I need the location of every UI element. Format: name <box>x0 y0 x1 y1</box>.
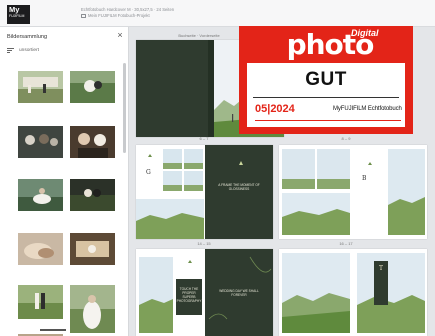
sidebar-title: Bildersammlung <box>7 34 48 40</box>
sort-icon <box>7 48 14 53</box>
page-14-text: TOUCH THE PROPER SUPERB PHOTOGRAPHY <box>176 287 202 303</box>
badge-digital-label: Digital <box>351 28 379 38</box>
photo-thumbnail[interactable] <box>18 126 63 158</box>
myfujifilm-logo[interactable]: My FUJIFILM <box>7 5 30 24</box>
page-8[interactable] <box>279 145 353 239</box>
sidebar-scroll-hint <box>40 329 66 331</box>
page-6[interactable]: G <box>136 145 204 239</box>
sort-label: unsortiert <box>19 48 39 53</box>
page-7-text: A FRAME THE MOMENT OF GLOSSINESS <box>218 183 260 191</box>
photo-thumbnail[interactable] <box>18 233 63 265</box>
photo-thumbnail[interactable] <box>70 179 115 211</box>
spread-14-15[interactable]: TOUCH THE PROPER SUPERB PHOTOGRAPHY WEDD… <box>136 249 273 336</box>
page-9[interactable]: B <box>354 145 427 239</box>
badge-issue: 05|2024 <box>255 103 295 115</box>
page-9-letter: B <box>362 175 367 182</box>
spread-8-9-label: 8 – 9 <box>341 136 351 141</box>
photo-thumbnail[interactable] <box>18 285 63 319</box>
sidebar-scrollbar[interactable] <box>123 63 126 153</box>
badge-product: MyFUJIFILM Echtfotobuch <box>333 106 402 112</box>
logo-bottom-text: FUJIFILM <box>9 14 25 18</box>
page-14[interactable]: TOUCH THE PROPER SUPERB PHOTOGRAPHY <box>136 249 204 336</box>
photo-thumbnail[interactable] <box>70 233 115 265</box>
spread-16-17-label: 16 – 17 <box>339 241 353 246</box>
top-bar: My FUJIFILM Echtfotobuch Hardcover M · 3… <box>0 0 435 27</box>
logo-top-text: My <box>9 5 20 14</box>
photo-thumbnail[interactable] <box>18 71 63 103</box>
photo-thumbnail[interactable] <box>70 71 115 103</box>
magazine-rating-badge: photo Digital GUT 05|2024 MyFUJIFILM Ech… <box>239 26 413 134</box>
page-17[interactable]: T <box>354 249 427 336</box>
spread-6-7[interactable]: G A FRAME THE MOMENT OF GLOSSINESS <box>136 145 273 239</box>
project-name[interactable]: Mein FUJIFILM Fotobuch-Projekt <box>88 13 150 19</box>
sort-dropdown[interactable]: unsortiert <box>7 48 39 53</box>
photo-thumbnail[interactable] <box>70 285 115 333</box>
page-15-text: WEDDING DAY WE SHALL FOREVER <box>219 289 259 297</box>
photo-thumbnail[interactable] <box>70 126 115 158</box>
page-16[interactable] <box>279 249 353 336</box>
cover-spread-label: Buchseite · Vorderseite <box>178 33 220 38</box>
document-info: Echtfotobuch Hardcover M · 30,5x27,5 · 2… <box>81 7 174 19</box>
cover-back-page[interactable] <box>136 40 208 137</box>
spread-6-7-label: 6 – 7 <box>199 136 209 141</box>
page-17-letter: T <box>378 265 383 272</box>
spread-14-15-label: 14 – 15 <box>197 241 211 246</box>
close-icon[interactable]: × <box>115 30 125 40</box>
badge-underline <box>255 120 401 121</box>
page-7[interactable]: A FRAME THE MOMENT OF GLOSSINESS <box>205 145 273 239</box>
badge-verdict: GUT <box>305 69 347 90</box>
badge-rating-panel: GUT 05|2024 MyFUJIFILM Echtfotobuch <box>247 63 405 127</box>
page-6-letter: G <box>146 169 151 176</box>
image-collection-sidebar: Bildersammlung × unsortiert <box>0 27 129 336</box>
page-15[interactable]: WEDDING DAY WE SHALL FOREVER <box>205 249 273 336</box>
photo-thumbnail[interactable] <box>18 179 63 211</box>
spread-16-17[interactable]: T <box>279 249 427 336</box>
folder-icon <box>81 14 86 18</box>
spread-8-9[interactable]: B <box>279 145 427 239</box>
badge-divider <box>253 97 399 98</box>
